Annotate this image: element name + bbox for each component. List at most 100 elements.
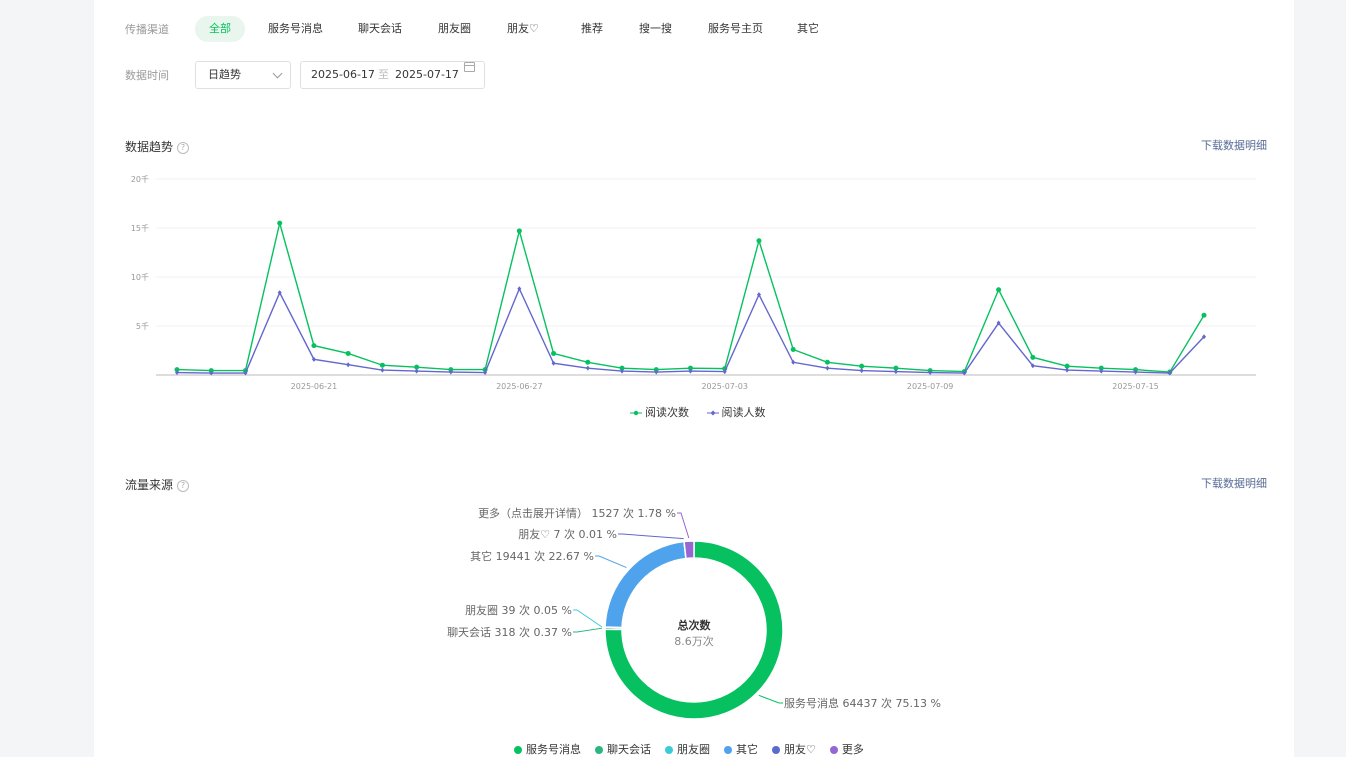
help-icon[interactable]: ? xyxy=(177,141,190,154)
legend-marker-readers xyxy=(706,410,719,416)
legend-dot xyxy=(514,746,522,754)
source-title: 流量来源 xyxy=(125,478,174,492)
legend-dot xyxy=(595,746,603,754)
donut-center-value: 8.6万次 xyxy=(674,634,714,648)
data-point[interactable] xyxy=(380,367,385,373)
main-card: 传播渠道 全部 服务号消息 聊天会话 朋友圈 朋友♡ 推荐 搜一搜 服务号主页 … xyxy=(94,0,1294,757)
data-point[interactable] xyxy=(756,238,762,244)
data-point[interactable] xyxy=(824,359,830,365)
data-point[interactable] xyxy=(516,228,522,234)
leader-line xyxy=(758,694,783,704)
trend-download-link[interactable]: 下载数据明细 xyxy=(1201,137,1267,153)
data-point[interactable] xyxy=(859,368,864,374)
leader-line xyxy=(677,512,690,539)
slice-label: 其它 19441 次 22.67 % xyxy=(470,549,594,563)
granularity-value: 日趋势 xyxy=(208,68,241,81)
data-point[interactable] xyxy=(1030,354,1036,360)
slice-label: 朋友圈 39 次 0.05 % xyxy=(465,603,572,617)
trend-legend: 阅读次数 阅读人数 xyxy=(630,404,780,420)
data-point[interactable] xyxy=(277,220,283,226)
source-legend: 服务号消息 聊天会话 朋友圈 其它 朋友♡ 更多 xyxy=(514,741,878,757)
channel-filter-label: 传播渠道 xyxy=(125,23,169,36)
data-point[interactable] xyxy=(414,368,419,374)
legend-label-reads: 阅读次数 xyxy=(645,406,689,419)
data-point[interactable] xyxy=(996,287,1002,293)
data-point[interactable] xyxy=(585,365,590,371)
time-filter-label: 数据时间 xyxy=(125,69,169,82)
chip-service-home[interactable]: 服务号主页 xyxy=(694,16,777,42)
legend-dot xyxy=(772,746,780,754)
chip-chat[interactable]: 聊天会话 xyxy=(344,16,416,42)
y-tick-label: 20千 xyxy=(131,174,149,184)
leader-line xyxy=(573,627,603,633)
slice-label: 聊天会话 318 次 0.37 % xyxy=(447,625,572,639)
date-end: 2025-07-17 xyxy=(395,68,459,81)
legend-item-reads[interactable]: 阅读次数 xyxy=(630,404,689,420)
chip-recommend[interactable]: 推荐 xyxy=(567,16,617,42)
legend-dot xyxy=(829,746,838,754)
legend-label: 朋友圈 xyxy=(677,743,710,756)
legend-dot xyxy=(665,746,673,754)
legend-label: 朋友♡ xyxy=(784,743,816,756)
leader-line xyxy=(573,609,603,628)
chip-moments[interactable]: 朋友圈 xyxy=(424,16,485,42)
x-tick-label: 2025-06-27 xyxy=(496,382,543,391)
x-tick-label: 2025-07-03 xyxy=(701,382,748,391)
chip-other[interactable]: 其它 xyxy=(783,16,833,42)
chip-all[interactable]: 全部 xyxy=(195,16,245,42)
data-point[interactable] xyxy=(859,363,865,369)
data-point[interactable] xyxy=(825,365,830,371)
legend-label-readers: 阅读人数 xyxy=(721,406,766,419)
data-point[interactable] xyxy=(346,362,351,368)
y-tick-label: 15千 xyxy=(131,223,149,233)
legend-label: 服务号消息 xyxy=(526,743,581,756)
x-tick-label: 2025-07-15 xyxy=(1112,382,1159,391)
legend-label: 聊天会话 xyxy=(607,743,651,756)
source-download-link[interactable]: 下载数据明细 xyxy=(1201,475,1267,491)
legend-dot xyxy=(724,746,732,754)
series-line-1 xyxy=(176,287,1205,374)
slice-label: 朋友♡ 7 次 0.01 % xyxy=(518,527,617,541)
calendar-icon xyxy=(464,62,475,72)
data-point[interactable] xyxy=(1065,367,1070,373)
granularity-select[interactable]: 日趋势 xyxy=(195,61,291,89)
chevron-down-icon xyxy=(272,68,283,79)
data-point[interactable] xyxy=(1201,312,1207,318)
data-point[interactable] xyxy=(790,347,796,353)
legend-item[interactable]: 朋友♡ xyxy=(772,741,816,757)
donut-slice[interactable] xyxy=(604,540,687,629)
trend-title: 数据趋势 xyxy=(125,140,174,154)
x-tick-label: 2025-07-09 xyxy=(907,382,954,391)
data-point[interactable] xyxy=(345,350,351,356)
data-point[interactable] xyxy=(379,362,385,368)
date-range-picker[interactable]: 2025-06-17 至 2025-07-17 xyxy=(300,61,485,89)
y-tick-label: 10千 xyxy=(131,272,149,282)
series-line-0 xyxy=(176,222,1205,373)
data-point[interactable] xyxy=(551,350,557,356)
legend-item[interactable]: 更多 xyxy=(829,741,864,757)
y-tick-label: 5千 xyxy=(136,321,149,331)
donut-center-title: 总次数 xyxy=(678,618,712,632)
legend-item-readers[interactable]: 阅读人数 xyxy=(706,404,766,420)
leader-line xyxy=(595,555,627,568)
chip-service-message[interactable]: 服务号消息 xyxy=(254,16,337,42)
legend-item[interactable]: 朋友圈 xyxy=(665,741,710,757)
chip-search[interactable]: 搜一搜 xyxy=(625,16,686,42)
legend-item[interactable]: 其它 xyxy=(724,741,758,757)
date-separator: 至 xyxy=(378,68,389,81)
source-donut-chart: 服务号消息 64437 次 75.13 % 聊天会话 318 次 0.37 % 朋友… xyxy=(447,506,941,720)
source-title-wrap: 流量来源? xyxy=(125,476,190,493)
legend-marker-reads xyxy=(630,410,642,416)
x-tick-label: 2025-06-21 xyxy=(291,382,338,391)
data-point[interactable] xyxy=(311,343,317,349)
chip-friends-like[interactable]: 朋友♡ xyxy=(493,16,553,42)
data-point[interactable] xyxy=(585,359,591,365)
help-icon[interactable]: ? xyxy=(177,479,190,492)
trend-line-chart: 5千 10千 15千 20千 2025-06-21 2025-06-27 2025-07-0… xyxy=(131,174,1256,391)
donut-slice[interactable] xyxy=(683,540,695,560)
legend-item[interactable]: 服务号消息 xyxy=(514,741,581,757)
legend-label: 其它 xyxy=(736,743,758,756)
legend-item[interactable]: 聊天会话 xyxy=(595,741,651,757)
trend-title-wrap: 数据趋势? xyxy=(125,138,190,155)
date-start: 2025-06-17 xyxy=(311,68,375,81)
